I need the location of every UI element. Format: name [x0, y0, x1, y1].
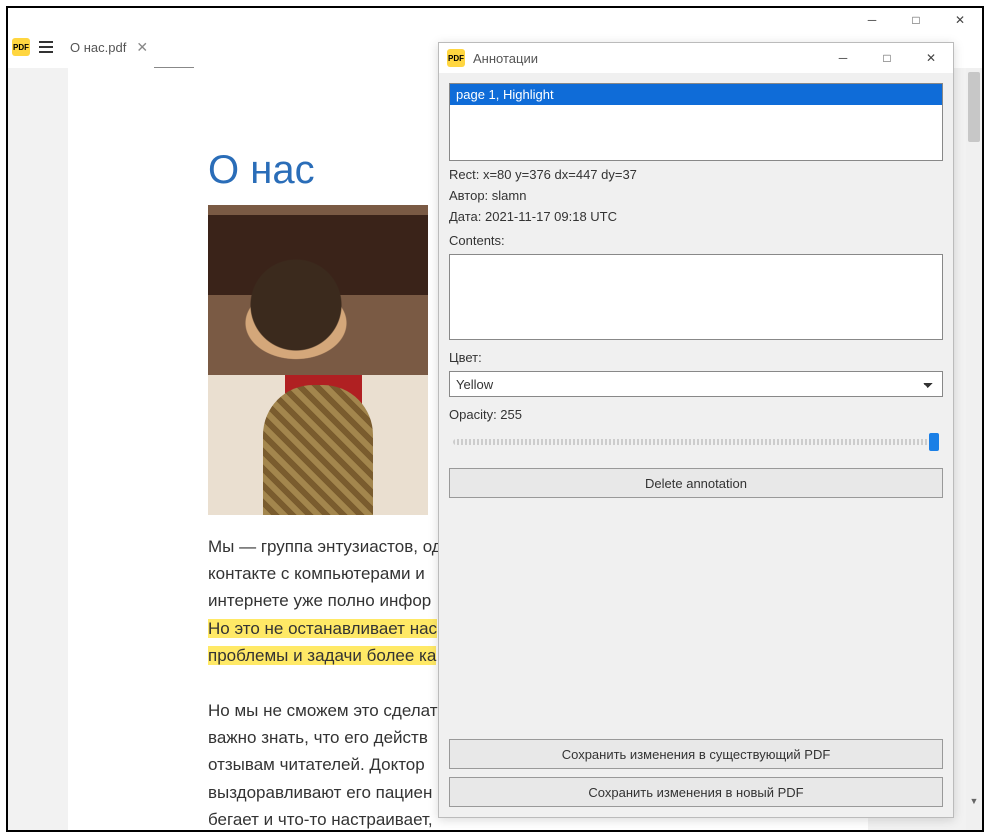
- annotation-list-item[interactable]: page 1, Highlight: [450, 84, 942, 105]
- dialog-body: page 1, Highlight Rect: x=80 y=376 dx=44…: [439, 73, 953, 817]
- contents-textarea[interactable]: [449, 254, 943, 340]
- window-minimize-button[interactable]: ─: [850, 9, 894, 31]
- highlighted-text: Но это не останавливает нас: [208, 619, 437, 638]
- contents-label: Contents:: [449, 233, 943, 248]
- dialog-titlebar: PDF Аннотации ─ □ ✕: [439, 43, 953, 73]
- color-select[interactable]: Yellow: [449, 371, 943, 397]
- opacity-label: Opacity: 255: [449, 407, 943, 422]
- annotations-dialog: PDF Аннотации ─ □ ✕ page 1, Highlight Re…: [438, 42, 954, 818]
- color-label: Цвет:: [449, 350, 943, 365]
- menu-button[interactable]: [38, 41, 54, 53]
- opacity-slider[interactable]: [449, 428, 943, 456]
- save-existing-pdf-button[interactable]: Сохранить изменения в существующий PDF: [449, 739, 943, 769]
- dialog-title: Аннотации: [473, 51, 813, 66]
- window-titlebar: ─ □ ✕: [8, 8, 982, 32]
- dialog-minimize-button[interactable]: ─: [821, 44, 865, 72]
- save-new-pdf-button[interactable]: Сохранить изменения в новый PDF: [449, 777, 943, 807]
- app-icon: PDF: [12, 38, 30, 56]
- window-close-button[interactable]: ✕: [938, 9, 982, 31]
- scrollbar-thumb[interactable]: [968, 72, 980, 142]
- dialog-maximize-button[interactable]: □: [865, 44, 909, 72]
- annotation-rect: Rect: x=80 y=376 dx=447 dy=37: [449, 167, 943, 182]
- slider-thumb[interactable]: [929, 433, 939, 451]
- dialog-close-button[interactable]: ✕: [909, 44, 953, 72]
- scroll-down-icon[interactable]: ▼: [969, 796, 979, 806]
- tab-close-button[interactable]: ✕: [136, 39, 148, 56]
- window-maximize-button[interactable]: □: [894, 9, 938, 31]
- annotation-list[interactable]: page 1, Highlight: [449, 83, 943, 161]
- annotation-date: Дата: 2021-11-17 09:18 UTC: [449, 209, 943, 224]
- scrollbar[interactable]: ▲ ▼: [966, 68, 982, 830]
- app-window: ─ □ ✕ PDF О нас.pdf ✕ Страница: / 1 ◀ ▶: [6, 6, 984, 832]
- dialog-bottom-buttons: Сохранить изменения в существующий PDF С…: [449, 739, 943, 807]
- document-photo: [208, 205, 428, 515]
- dialog-icon: PDF: [447, 49, 465, 67]
- document-tab[interactable]: О нас.pdf ✕: [62, 33, 156, 61]
- tab-title: О нас.pdf: [70, 40, 126, 55]
- annotation-author: Автор: slamn: [449, 188, 943, 203]
- delete-annotation-button[interactable]: Delete annotation: [449, 468, 943, 498]
- highlighted-text: проблемы и задачи более ка: [208, 646, 436, 665]
